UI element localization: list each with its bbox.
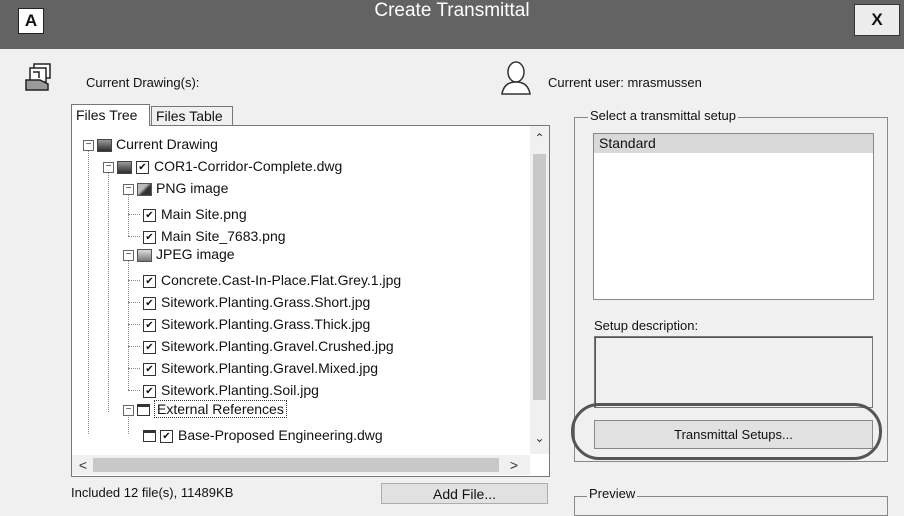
vertical-scroll-thumb[interactable] [533, 154, 546, 400]
tree-node-file[interactable]: ✔ Main Site.png [143, 203, 247, 225]
current-user-label: Current user: mrasmussen [548, 75, 702, 90]
checkbox[interactable]: ✔ [143, 318, 156, 332]
add-file-button[interactable]: Add File... [381, 483, 548, 504]
tree-node-xref-file[interactable]: ✔ Base-Proposed Engineering.dwg [143, 424, 383, 446]
included-files-status: Included 12 file(s), 11489KB [71, 485, 234, 500]
jpeg-image-icon [137, 248, 152, 262]
checkbox[interactable]: ✔ [143, 362, 156, 376]
scroll-left-icon[interactable]: < [74, 455, 92, 475]
files-tree[interactable]: − Current Drawing − ✔ COR1-Corridor-Complet… [72, 126, 530, 454]
setup-description-label: Setup description: [594, 318, 699, 333]
tab-files-tree[interactable]: Files Tree [71, 104, 150, 126]
checkbox[interactable]: ✔ [143, 274, 156, 288]
user-silhouette-icon [500, 60, 532, 96]
collapse-icon[interactable]: − [123, 183, 134, 195]
tab-files-table[interactable]: Files Table [151, 106, 233, 126]
collapse-icon[interactable]: − [83, 139, 94, 151]
tree-node-file[interactable]: ✔ Concrete.Cast-In-Place.Flat.Grey.1.jpg [143, 269, 401, 291]
collapse-icon[interactable]: − [123, 249, 134, 261]
external-reference-icon [137, 404, 150, 417]
tree-node-file[interactable]: ✔ Sitework.Planting.Gravel.Crushed.jpg [143, 335, 394, 357]
drawing-stack-icon [24, 62, 56, 94]
checkbox[interactable]: ✔ [143, 384, 156, 398]
tree-node-file[interactable]: ✔ Sitework.Planting.Grass.Thick.jpg [143, 313, 370, 335]
scroll-up-icon[interactable]: ⌃ [530, 131, 549, 149]
scroll-down-icon[interactable]: ⌄ [530, 431, 549, 449]
tree-node-xref-group[interactable]: − External References [123, 398, 287, 420]
transmittal-setup-list[interactable] [593, 133, 874, 300]
tree-node-current-drawing[interactable]: − Current Drawing [83, 133, 218, 155]
close-button[interactable]: X [854, 4, 900, 36]
checkbox[interactable]: ✔ [143, 230, 156, 244]
collapse-icon[interactable]: − [103, 161, 114, 173]
window-title: Create Transmittal [374, 0, 530, 21]
collapse-icon[interactable]: − [123, 404, 134, 416]
setup-list-item[interactable]: Standard [594, 134, 873, 153]
checkbox[interactable]: ✔ [143, 340, 156, 354]
horizontal-scroll-thumb[interactable] [93, 458, 499, 472]
tree-node-dwg-file[interactable]: − ✔ COR1-Corridor-Complete.dwg [103, 155, 342, 177]
checkbox[interactable]: ✔ [160, 429, 173, 443]
checkbox[interactable]: ✔ [136, 160, 149, 174]
setup-description-box [594, 336, 873, 408]
tree-node-png-group[interactable]: − PNG image [123, 177, 228, 199]
png-image-icon [137, 182, 152, 196]
external-reference-icon [143, 430, 156, 443]
preview-label: Preview [587, 486, 638, 501]
checkbox[interactable]: ✔ [143, 296, 156, 310]
tree-node-file[interactable]: ✔ Sitework.Planting.Grass.Short.jpg [143, 291, 370, 313]
checkbox[interactable]: ✔ [143, 208, 156, 222]
highlight-ring [571, 403, 882, 460]
drawing-icon [117, 160, 132, 174]
tree-node-file[interactable]: ✔ Sitework.Planting.Gravel.Mixed.jpg [143, 357, 378, 379]
drawing-icon [97, 138, 112, 152]
scroll-right-icon[interactable]: > [505, 455, 523, 475]
current-drawings-label: Current Drawing(s): [86, 75, 200, 90]
transmittal-setup-label: Select a transmittal setup [588, 108, 738, 123]
tree-node-jpeg-group[interactable]: − JPEG image [123, 243, 235, 265]
